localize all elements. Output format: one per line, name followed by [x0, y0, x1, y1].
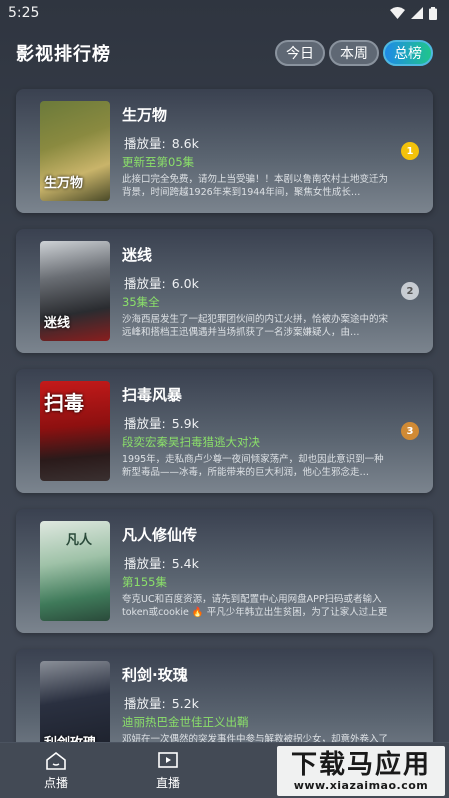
tab-vod[interactable]: 点播	[0, 751, 112, 791]
home-icon	[46, 751, 66, 770]
poster-image: 迷线	[40, 241, 110, 341]
poster-image: 生万物	[40, 101, 110, 201]
plays-label: 播放量:	[124, 696, 166, 711]
item-status: 迪丽热巴金世佳正义出鞘	[122, 715, 249, 729]
watermark-logo: 下载马应用 www.xiazaimao.com	[277, 746, 445, 796]
list-item[interactable]: 凡人 凡人修仙传 播放量: 5.4k 第155集 夸克UC和百度资源，请先到配置…	[16, 509, 433, 633]
item-title: 利剑·玫瑰	[122, 666, 188, 684]
poster-title-art: 生万物	[44, 176, 84, 191]
item-info: 凡人修仙传 播放量: 5.4k 第155集 夸克UC和百度资源，请先到配置中心用…	[122, 521, 392, 633]
signal-icon	[411, 7, 423, 19]
item-info: 生万物 播放量: 8.6k 更新至第05集 此接口完全免费，请勿上当受骗！！本剧…	[122, 101, 392, 213]
tab-vod-label: 点播	[43, 775, 68, 790]
rank-badge: 3	[401, 422, 419, 440]
app-header: 影视排行榜 今日 本周 总榜	[0, 26, 449, 80]
item-status: 第155集	[122, 575, 167, 589]
poster-title-art: 扫毒	[44, 391, 84, 415]
item-title: 扫毒风暴	[122, 386, 183, 404]
item-info: 迷线 播放量: 6.0k 35集全 沙海西居发生了一起犯罪团伙间的内讧火拼，恰被…	[122, 241, 392, 353]
item-status: 35集全	[122, 295, 160, 309]
watermark-url: www.xiazaimao.com	[293, 778, 429, 792]
watermark-title: 下载马应用	[290, 749, 431, 780]
plays-label: 播放量:	[124, 556, 166, 571]
item-title: 凡人修仙传	[122, 526, 198, 544]
poster-title-art: 迷线	[44, 316, 71, 331]
ranking-list: 生万物 生万物 播放量: 8.6k 更新至第05集 此接口完全免费，请勿上当受骗…	[0, 80, 449, 773]
rank-badge: 1	[401, 142, 419, 160]
page-title: 影视排行榜	[16, 44, 111, 65]
live-tv-icon	[158, 751, 178, 768]
list-item[interactable]: 迷线 迷线 播放量: 6.0k 35集全 沙海西居发生了一起犯罪团伙间的内讧火拼…	[16, 229, 433, 353]
tab-live-label: 直播	[155, 775, 180, 790]
rank-badge: 2	[401, 282, 419, 300]
wifi-icon	[390, 7, 405, 19]
filter-week-button[interactable]: 本周	[329, 40, 379, 66]
item-title: 迷线	[122, 246, 153, 264]
item-plays: 播放量: 8.6k	[122, 133, 392, 151]
plays-label: 播放量:	[124, 276, 166, 291]
item-plays: 播放量: 5.4k	[122, 553, 392, 571]
item-title: 生万物	[122, 106, 168, 124]
item-plays: 播放量: 5.2k	[122, 693, 392, 711]
plays-value: 8.6k	[171, 136, 199, 151]
item-description: 此接口完全免费，请勿上当受骗！！本剧以鲁南农村土地变迁为背景，时间跨越1926年…	[122, 174, 389, 198]
item-plays: 播放量: 6.0k	[122, 273, 392, 291]
ranking-filter-group: 今日 本周 总榜	[275, 40, 433, 66]
item-description: 1995年，走私商卢少尊一夜间倾家荡产，却也因此意识到一种新型毒品——冰毒，所能…	[122, 454, 384, 478]
item-description: 夸克UC和百度资源，请先到配置中心用网盘APP扫码或者输入token或cooki…	[122, 594, 388, 618]
filter-all-button[interactable]: 总榜	[383, 40, 433, 66]
item-status: 更新至第05集	[122, 155, 195, 169]
status-time: 5:25	[8, 5, 40, 21]
battery-icon	[429, 6, 437, 20]
list-item[interactable]: 生万物 生万物 播放量: 8.6k 更新至第05集 此接口完全免费，请勿上当受骗…	[16, 89, 433, 213]
plays-value: 5.9k	[171, 416, 199, 431]
poster-image: 凡人	[40, 521, 110, 621]
list-item[interactable]: 扫毒 扫毒风暴 播放量: 5.9k 段奕宏秦昊扫毒猎逃大对决 1995年，走私商…	[16, 369, 433, 493]
plays-value: 5.2k	[171, 696, 199, 711]
status-icons	[390, 6, 437, 20]
plays-label: 播放量:	[124, 416, 166, 431]
poster-title-art: 凡人	[66, 533, 93, 548]
poster-image: 扫毒	[40, 381, 110, 481]
status-bar: 5:25	[0, 0, 449, 26]
item-status: 段奕宏秦昊扫毒猎逃大对决	[122, 435, 260, 449]
item-plays: 播放量: 5.9k	[122, 413, 392, 431]
item-info: 扫毒风暴 播放量: 5.9k 段奕宏秦昊扫毒猎逃大对决 1995年，走私商卢少尊…	[122, 381, 392, 493]
tab-live[interactable]: 直播	[112, 751, 224, 791]
plays-value: 6.0k	[171, 276, 199, 291]
item-description: 沙海西居发生了一起犯罪团伙间的内讧火拼，恰被办案途中的宋远峰和搭档王迅偶遇并当场…	[122, 314, 389, 338]
filter-today-button[interactable]: 今日	[275, 40, 325, 66]
plays-label: 播放量:	[124, 136, 166, 151]
plays-value: 5.4k	[171, 556, 199, 571]
